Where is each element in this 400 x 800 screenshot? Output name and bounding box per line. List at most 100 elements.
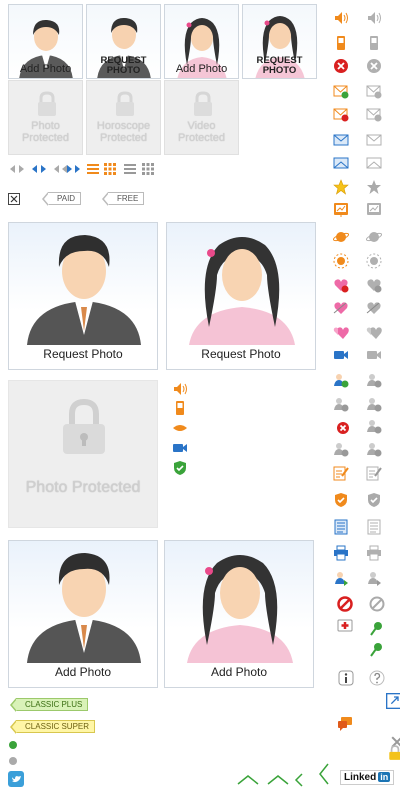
edit-note-gray-icon bbox=[366, 466, 382, 481]
card-caption: Request Photo bbox=[201, 347, 281, 361]
video-camera-icon[interactable] bbox=[333, 347, 349, 363]
help-icon[interactable] bbox=[369, 670, 385, 686]
sun-gray-icon bbox=[366, 253, 382, 269]
shield-check-icon[interactable] bbox=[333, 492, 349, 508]
grid-view-orange-icon[interactable] bbox=[104, 163, 116, 175]
user-pending-icon[interactable] bbox=[333, 396, 349, 412]
online-dot-icon bbox=[9, 741, 17, 749]
card-caption: Add Photo bbox=[54, 665, 112, 679]
pin-icon[interactable] bbox=[369, 642, 385, 658]
classic-plus-tag: CLASSIC PLUS bbox=[9, 698, 89, 712]
user-arrow-icon[interactable] bbox=[333, 570, 349, 586]
speaker-gray-icon bbox=[368, 12, 381, 24]
star-icon[interactable] bbox=[333, 179, 349, 195]
video-protected-tile: Video Protected bbox=[164, 80, 239, 155]
speaker-icon[interactable] bbox=[172, 381, 188, 397]
hearts-icon[interactable] bbox=[333, 325, 349, 341]
mail-declined-icon[interactable] bbox=[333, 106, 349, 122]
paid-tag: PAID bbox=[41, 192, 82, 206]
tile-caption: Horoscope Protected bbox=[96, 120, 151, 144]
female-avatar-icon bbox=[187, 555, 293, 663]
block-gray-icon bbox=[369, 596, 385, 612]
list-view-gray-icon[interactable] bbox=[124, 163, 136, 175]
presentation-icon[interactable] bbox=[333, 202, 349, 218]
shield-check-gray-icon bbox=[368, 493, 380, 507]
user-arrow-gray-icon bbox=[368, 572, 381, 586]
tile-caption: Photo Protected bbox=[21, 120, 70, 144]
lock-icon bbox=[194, 91, 212, 116]
block-icon[interactable] bbox=[337, 596, 353, 612]
classic-super-tag: CLASSIC SUPER bbox=[9, 720, 96, 734]
male-avatar-icon bbox=[27, 553, 141, 663]
close-box-icon[interactable] bbox=[8, 193, 20, 205]
remove-icon[interactable] bbox=[333, 58, 349, 74]
male-avatar-icon bbox=[27, 235, 141, 345]
heart-arrow-gray-icon bbox=[366, 302, 381, 314]
tile-caption: REQUEST PHOTO bbox=[256, 55, 303, 76]
mobile-phone-gray-icon bbox=[370, 36, 378, 50]
user-blocked-icon[interactable] bbox=[333, 441, 349, 457]
request-photo-female-tile[interactable]: REQUEST PHOTO bbox=[242, 4, 317, 79]
mail-open-icon[interactable] bbox=[333, 155, 349, 171]
speaker-icon[interactable] bbox=[333, 10, 349, 26]
print-gray-icon bbox=[367, 545, 381, 561]
linkedin-button[interactable]: Linked in bbox=[340, 770, 395, 785]
twitter-icon[interactable] bbox=[8, 771, 24, 787]
video-camera-icon[interactable] bbox=[172, 440, 188, 456]
mixed-arrows-icon[interactable] bbox=[53, 164, 81, 174]
mobile-phone-icon[interactable] bbox=[172, 400, 188, 416]
tile-caption: Add Photo bbox=[175, 63, 228, 75]
add-photo-female-card[interactable]: Add Photo bbox=[164, 540, 314, 688]
tile-caption: Video Protected bbox=[177, 120, 226, 144]
heart-arrow-icon[interactable] bbox=[333, 300, 349, 316]
edit-note-icon[interactable] bbox=[333, 465, 349, 481]
remove-small-icon[interactable] bbox=[335, 420, 351, 436]
list-view-orange-icon[interactable] bbox=[87, 163, 99, 175]
linkedin-in-badge: in bbox=[378, 772, 391, 782]
linkedin-text: Linked bbox=[344, 772, 377, 783]
photo-protected-tile: Photo Protected bbox=[8, 80, 83, 155]
grid-view-gray-icon[interactable] bbox=[142, 163, 154, 175]
add-photo-female-tile[interactable]: Add Photo bbox=[164, 4, 239, 79]
planet-icon[interactable] bbox=[333, 229, 349, 245]
presentation-gray-icon bbox=[367, 203, 381, 215]
photo-protected-card: Photo Protected bbox=[8, 380, 158, 528]
shield-check-icon[interactable] bbox=[172, 460, 188, 476]
lock-icon bbox=[38, 91, 56, 116]
user-blocked-gray-icon bbox=[367, 443, 382, 457]
user-accepted-gray-icon bbox=[367, 374, 382, 388]
popout-icon[interactable] bbox=[386, 693, 400, 709]
print-icon[interactable] bbox=[333, 545, 349, 561]
document-icon[interactable] bbox=[333, 519, 349, 535]
document-gray-icon bbox=[367, 519, 381, 535]
heart-declined-gray-icon bbox=[367, 279, 382, 293]
card-caption: Photo Protected bbox=[25, 479, 141, 496]
planet-gray-icon bbox=[366, 232, 382, 242]
lock-small-icon bbox=[389, 745, 400, 760]
medical-kit-icon[interactable] bbox=[337, 617, 353, 633]
add-photo-male-tile[interactable]: Add Photo bbox=[8, 4, 83, 79]
chat-icon[interactable] bbox=[337, 716, 353, 732]
gray-arrows-icon[interactable] bbox=[9, 164, 25, 174]
mail-accepted-gray-icon bbox=[366, 85, 382, 99]
decorative-green-strokes bbox=[237, 763, 329, 787]
add-photo-male-card[interactable]: Add Photo bbox=[8, 540, 158, 688]
lips-icon[interactable] bbox=[172, 420, 188, 436]
info-icon[interactable] bbox=[338, 670, 354, 686]
request-photo-female-card[interactable]: Request Photo bbox=[166, 222, 316, 370]
request-photo-male-tile[interactable]: REQUEST PHOTO bbox=[86, 4, 161, 79]
user-accepted-icon[interactable] bbox=[333, 372, 349, 388]
tile-caption: Add Photo bbox=[19, 63, 72, 75]
offline-dot-icon bbox=[9, 757, 17, 765]
user-declined-gray-icon bbox=[367, 420, 382, 434]
request-photo-male-card[interactable]: Request Photo bbox=[8, 222, 158, 370]
mobile-phone-icon[interactable] bbox=[333, 35, 349, 51]
mail-accepted-icon[interactable] bbox=[333, 83, 349, 99]
heart-declined-icon[interactable] bbox=[333, 277, 349, 293]
lock-icon bbox=[63, 399, 105, 454]
sun-icon[interactable] bbox=[333, 253, 349, 269]
pin-icon[interactable] bbox=[369, 621, 385, 637]
tile-caption: REQUEST PHOTO bbox=[100, 55, 147, 76]
mail-icon[interactable] bbox=[333, 132, 349, 148]
blue-arrows-icon[interactable] bbox=[31, 164, 47, 174]
